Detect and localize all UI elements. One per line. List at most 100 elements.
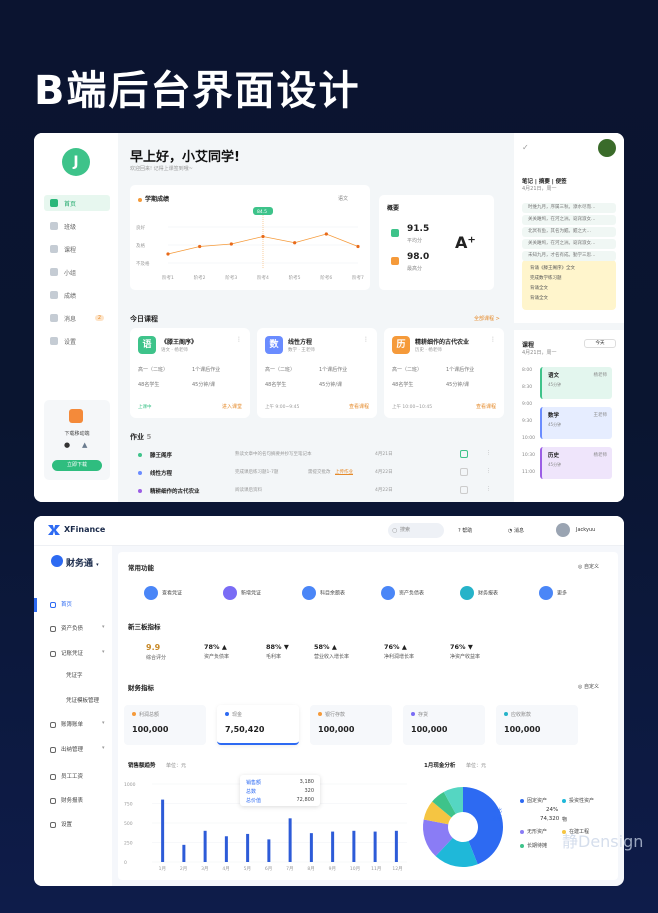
homework-row[interactable]: 滕王阁序 熟读文章中的名句摘要并抄写至笔记本 4月21日 ⋮ [130,450,500,464]
nav-item-8[interactable]: 财务报表 [50,796,83,804]
search-input[interactable]: ○ 搜索 [388,523,444,538]
finance-card[interactable]: 应收账款 100,000 [496,705,578,745]
avatar[interactable] [598,139,616,157]
nav-item-4[interactable]: 成绩 [44,287,110,303]
trend-point-6[interactable] [356,244,360,249]
trend-point-0[interactable] [166,252,170,256]
android-icon[interactable]: ▲ [82,441,87,449]
course-card[interactable]: 数线性方程 数学 · 王老师 ⋮ 高一（二班） 1个课后作业 48名学生 45分钟/课 上午 … [257,328,377,418]
download-button[interactable]: 立即下载 [52,460,102,471]
nav-item-0[interactable]: 首页 [50,600,72,608]
func-3[interactable]: 资产负债表 [381,586,424,600]
nav-item-3[interactable]: 小组 [44,264,110,280]
note-item[interactable]: 时维九月，序属三秋。潦水尽而… [522,203,616,213]
trend-point-4[interactable] [293,241,297,245]
trend-point-1[interactable] [198,244,202,249]
sales-bar-9[interactable] [352,830,356,862]
todo-item[interactable]: 背诵《滕王阁序》全文 [530,265,575,271]
course-card[interactable]: 历精耕细作的古代农业 历史 · 杨老师 ⋮ 高一（二班） 1个课后作业 48名学生 45分钟… [384,328,504,418]
sales-bar-6[interactable] [288,818,292,862]
user-name[interactable]: Jackyuu [576,527,595,533]
trend-point-5[interactable] [324,232,328,236]
func-2[interactable]: 科目余额表 [302,586,345,600]
nav-item-1[interactable]: 资产负债 ▾ [50,624,105,632]
nav-item-9[interactable]: 设置 [50,820,72,828]
nav-item-2[interactable]: 课程 [44,241,110,257]
homework-checkbox[interactable] [460,468,468,476]
finance-dot [225,712,229,716]
more-icon[interactable]: ⋮ [490,336,496,343]
homework-row[interactable]: 精耕细作的古代农业 阅读课后资料 4月22日 ⋮ [130,486,500,500]
finance-dot [318,712,322,716]
upload-link[interactable]: 上传作业 [335,469,353,475]
sales-bar-2[interactable] [203,830,207,862]
sales-bar-1[interactable] [182,844,186,862]
finance-custom[interactable]: ◎ 自定义 [578,683,599,690]
sales-bar-3[interactable] [224,836,228,862]
note-item[interactable]: 关关雎鸠，在河之洲。窈窕淑女… [522,215,616,225]
finance-card[interactable]: 存货 100,000 [403,705,485,745]
schedule-slot[interactable]: 历史 杨老师 45分钟 [540,447,612,479]
nav-item-5[interactable]: 账簿账单 ▾ [50,720,105,728]
sales-month: 9月 [329,866,336,872]
sales-bar-7[interactable] [309,833,313,862]
common-custom[interactable]: ◎ 自定义 [578,563,599,570]
todo-item[interactable]: 背诵全文 [530,295,548,301]
day-select[interactable]: 今天 [584,339,616,348]
message-link[interactable]: ◔ 消息 [508,527,524,534]
nav-item-0[interactable]: 首页 [44,195,110,211]
schedule-slot[interactable]: 语文 杨老师 45分钟 [540,367,612,399]
todo-item[interactable]: 背诵全文 [530,285,548,291]
func-5[interactable]: 更多 [539,586,567,600]
nav-item-1[interactable]: 班级 [44,218,110,234]
finance-card[interactable]: 现金 7,50,420 [217,705,299,745]
finance-card[interactable]: 利润总额 100,000 [124,705,206,745]
more-icon[interactable]: ⋮ [486,450,491,456]
all-courses-link[interactable]: 全部课程 > [474,315,500,322]
note-item[interactable]: 关关雎鸠，在河之洲。窈窕淑女… [522,239,616,249]
more-icon[interactable]: ⋮ [486,486,491,492]
nav-item-3[interactable]: 凭证字 [66,671,83,679]
nav-item-6[interactable]: 设置 [44,333,110,349]
func-4[interactable]: 财务报表 [460,586,498,600]
user-avatar[interactable] [556,523,570,537]
nav-item-5[interactable]: 消息 2 [44,310,110,326]
func-0[interactable]: 查看凭证 [144,586,182,600]
more-icon[interactable]: ⋮ [486,468,491,474]
sales-bar-8[interactable] [331,831,335,862]
note-item[interactable]: 未知九月，才名有成。勤学三思… [522,251,616,261]
more-icon[interactable]: ⋮ [236,336,242,343]
app-switcher[interactable]: 财务通 ▾ [51,555,99,569]
course-action[interactable]: 查看课程 [476,403,496,410]
course-action[interactable]: 查看课程 [349,403,369,410]
nav-item-6[interactable]: 出纳管理 ▾ [50,745,105,753]
max-label: 最高分 [407,266,423,272]
notes-title[interactable]: 笔记 | 摘要 | 便签 [522,177,567,185]
func-1[interactable]: 新增凭证 [223,586,261,600]
sales-bar-0[interactable] [161,799,165,862]
course-card[interactable]: 语《滕王阁序》 语文 · 杨老师 ⋮ 高一（二班） 1个课后作业 48名学生 45分钟/课上… [130,328,250,418]
nav-item-4[interactable]: 凭证模板管理 [66,696,99,704]
schedule-slot[interactable]: 数学 王老师 45分钟 [540,407,612,439]
nav-label: 设置 [64,338,77,346]
course-action[interactable]: 进入课堂 [222,403,242,410]
pin-icon[interactable]: ✓ [522,143,529,152]
trend-point-3[interactable] [261,234,265,239]
nav-item-2[interactable]: 记账凭证 ▾ [50,649,105,657]
homework-row[interactable]: 线性方程 完成课后练习题1-7题 需提交批改 上传作业 4月22日 ⋮ [130,468,500,482]
sales-bar-11[interactable] [394,830,398,862]
nav-item-7[interactable]: 员工工资 [50,772,83,780]
todo-item[interactable]: 完成数学练习题 [530,275,562,281]
sales-bar-5[interactable] [267,839,271,862]
sales-bar-4[interactable] [246,833,250,862]
sales-bar-10[interactable] [373,831,377,862]
note-item[interactable]: 北冥有鱼，其名为鲲。鲲之大… [522,227,616,237]
trend-point-2[interactable] [229,242,233,246]
more-icon[interactable]: ⋮ [363,336,369,343]
help-link[interactable]: ? 帮助 [458,527,472,534]
homework-checkbox[interactable] [460,450,468,458]
apple-icon[interactable]: ● [64,441,70,449]
homework-checkbox[interactable] [460,486,468,494]
trend-xlabel: 阶考4 [257,274,269,281]
finance-card[interactable]: 银行存款 100,000 [310,705,392,745]
